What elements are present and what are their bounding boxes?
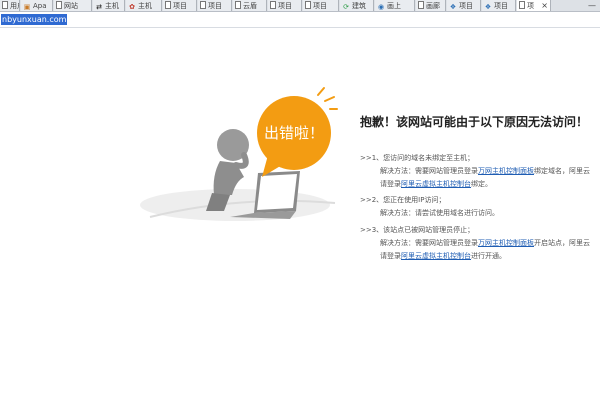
page-icon [165,1,171,9]
tab-label: 项目 [173,2,187,10]
image-icon: ▣ [23,3,31,11]
browser-tab[interactable]: ⇄ 主机 [93,0,125,11]
wolf-icon: ❖ [449,3,457,11]
page-icon [519,1,525,9]
browser-tab[interactable]: 用户 [0,0,20,11]
solution-text: 进行开通。 [471,252,506,260]
tab-label: 主机 [138,2,152,10]
wolf-icon: ❖ [484,3,492,11]
browser-tab[interactable]: ▣ Apa [21,0,53,11]
browser-tab[interactable]: 画廊 [416,0,446,11]
bubble-text: 出错啦！ [263,124,324,142]
paw-icon: ✿ [129,3,135,11]
tab-label: 网站 [64,2,78,10]
browser-tab[interactable]: 项目 [268,0,302,11]
sync-icon: ⇄ [96,3,102,11]
aliyun-console-link[interactable]: 阿里云虚拟主机控制台 [401,180,471,188]
browser-tab[interactable]: ❖ 项目 [482,0,516,11]
window-controls: — [560,0,600,11]
page-icon [56,1,62,9]
reason-heading: >>3、该站点已被网站管理员停止； [360,226,475,234]
reason-solution: 解决方法：请尝试使用域名进行访问。 [360,207,600,220]
page-icon [235,1,241,9]
browser-tab[interactable]: ◉ 画上 [375,0,415,11]
tab-label: 用户 [10,2,19,10]
solution-text: 绑定。 [471,180,492,188]
url-text[interactable]: nbyunxuan.com [1,14,68,25]
wanwang-control-panel-link[interactable]: 万网主机控制面板 [478,167,534,175]
page-icon [418,1,424,9]
tab-label: 项目 [208,2,222,10]
solution-text: 解决方法：请尝试使用域名进行访问。 [380,209,499,217]
page-icon [270,1,276,9]
aliyun-console-link[interactable]: 阿里云虚拟主机控制台 [401,252,471,260]
solution-text: 解决方法：需要网站管理员登录 [380,167,478,175]
solution-text: 开启站点，阿里云 [534,239,590,247]
browser-tab[interactable]: ⟳ 建筑 [340,0,374,11]
tab-label: 项目 [313,2,327,10]
solution-text: 解决方法：需要网站管理员登录 [380,239,478,247]
reason-solution: 解决方法：需要网站管理员登录万网主机控制面板绑定域名，阿里云 [360,165,600,178]
bird-icon: ◉ [377,3,385,11]
browser-tab[interactable]: 云盾 [233,0,267,11]
browser-tab[interactable]: 网站 [54,0,92,11]
solution-text: 请登录 [380,252,401,260]
tab-strip: 用户 ▣Apa 网站 ⇄主机 ✿主机 项目 项目 云盾 项目 项目 ⟳建筑 ◉画… [0,0,600,12]
tab-label: 云盾 [243,2,257,10]
reason-heading: >>1、您访问的域名未绑定至主机； [360,154,475,162]
tab-label: 建筑 [352,2,366,10]
wanwang-control-panel-link[interactable]: 万网主机控制面板 [478,239,534,247]
tab-label: 项目 [278,2,292,10]
address-bar[interactable]: nbyunxuan.com [0,13,600,27]
solution-text: 绑定域名，阿里云 [534,167,590,175]
reason-item: >>1、您访问的域名未绑定至主机； 解决方法：需要网站管理员登录万网主机控制面板… [360,152,600,191]
browser-tab[interactable]: ❖ 项目 [447,0,481,11]
browser-tab[interactable]: 项目 [163,0,197,11]
tab-label: 主机 [105,2,119,10]
browser-tab[interactable]: 项目 [198,0,232,11]
browser-tab[interactable]: 项目 [303,0,339,11]
tab-label: 项目 [494,2,508,10]
reason-solution: 请登录阿里云虚拟主机控制台进行开通。 [360,250,600,263]
error-message: 抱歉！该网站可能由于以下原因无法访问！ [360,112,600,132]
tab-label: Apa [33,2,47,10]
browser-tab[interactable]: ✿ 主机 [126,0,162,11]
reason-heading: >>2、您正在使用IP访问； [360,196,446,204]
error-illustration [140,87,338,221]
reason-item: >>3、该站点已被网站管理员停止； 解决方法：需要网站管理员登录万网主机控制面板… [360,224,600,263]
tab-label: 画廊 [426,2,440,10]
page-icon [305,1,311,9]
page-icon [2,1,8,9]
browser-tab-active[interactable]: 项 × [517,0,551,11]
solution-text: 请登录 [380,180,401,188]
reason-solution: 请登录阿里云虚拟主机控制台绑定。 [360,178,600,191]
tab-label: 画上 [387,2,401,10]
toolbar-divider [0,27,600,28]
page-icon [200,1,206,9]
minimize-icon[interactable]: — [588,0,596,11]
leaf-icon: ⟳ [343,3,349,11]
reason-item: >>2、您正在使用IP访问； 解决方法：请尝试使用域名进行访问。 [360,194,600,220]
error-title: 抱歉！该网站可能由于以下原因无法访问！ [360,115,589,129]
reason-solution: 解决方法：需要网站管理员登录万网主机控制面板开启站点，阿里云 [360,237,600,250]
tab-label: 项目 [459,2,473,10]
tab-label: 项 [527,2,534,10]
close-icon[interactable]: × [541,0,548,11]
exclamation-strokes [317,87,338,110]
